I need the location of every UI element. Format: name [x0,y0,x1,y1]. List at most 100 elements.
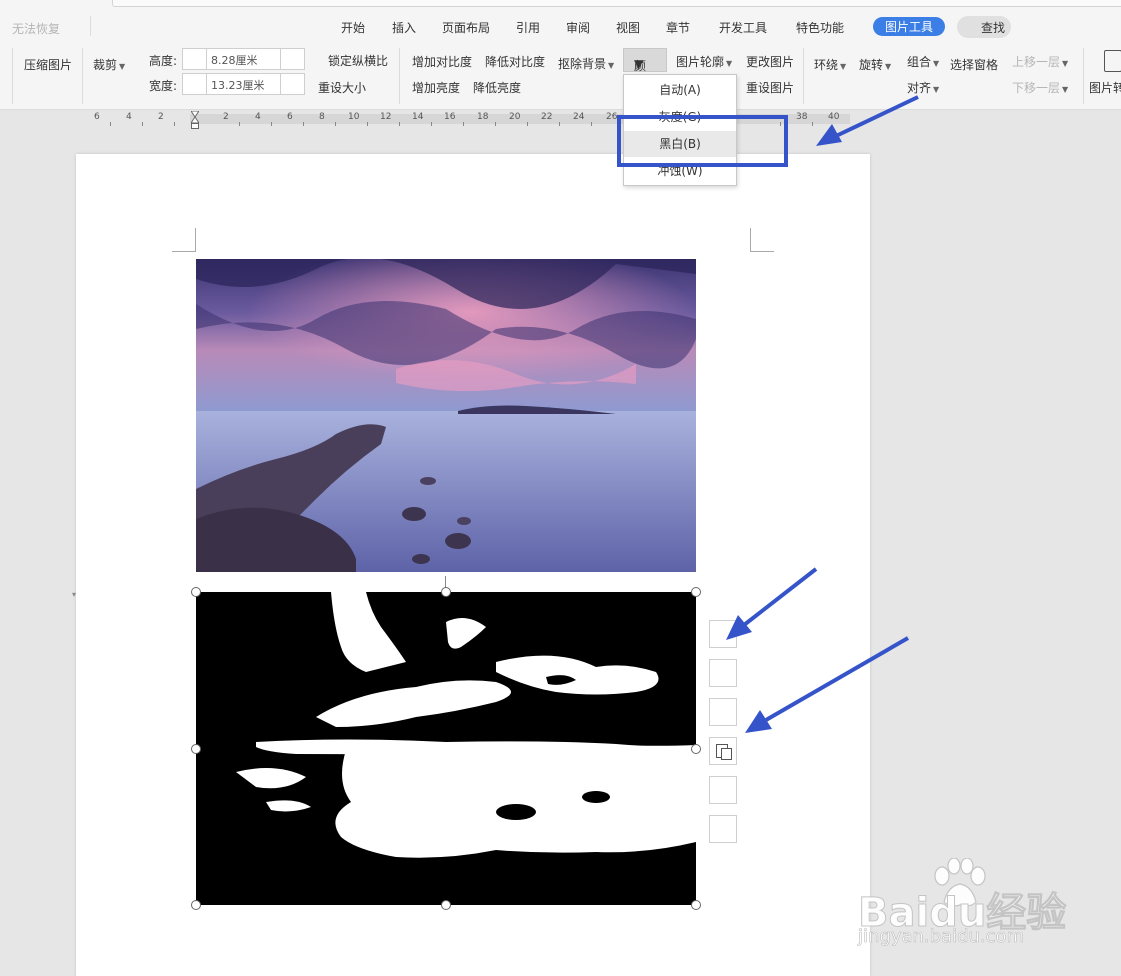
ruler-tick [431,122,432,126]
change-picture-button[interactable]: 更改图片 [746,53,794,70]
wrap-text-button[interactable]: 环绕 ▼ [814,56,846,73]
chevron-down-icon: ▼ [840,62,847,71]
align-button[interactable]: 对齐 ▼ [907,79,939,96]
seascape-photo[interactable] [196,259,696,572]
ruler-label: 38 [796,112,808,122]
lock-aspect-ratio-checkbox[interactable]: 锁定纵横比 [328,52,388,69]
ruler-label: 10 [348,112,360,122]
rotate-label: 旋转 [859,58,884,72]
ruler-label: 20 [509,112,521,122]
increment-button[interactable] [280,74,304,94]
increment-button[interactable] [280,49,304,69]
ribbon-toolbar: 压缩图片 裁剪 ▼ 高度: 8.28厘米 宽度: 13.23厘米 锁定纵横比 重设… [0,42,1121,110]
height-label: 高度: [149,54,178,68]
resize-handle[interactable] [691,900,701,910]
ruler-tick [527,122,528,126]
quick-tool-button[interactable] [709,620,737,648]
title-strip [112,0,1121,7]
decrement-button[interactable] [183,49,207,69]
chevron-down-icon: ▼ [933,59,940,68]
resize-handle[interactable] [191,744,201,754]
ruler-tick [559,122,560,126]
remove-background-label: 抠除背景 [558,57,607,71]
ruler-label: 8 [319,112,325,122]
divider [399,48,400,104]
tab-home[interactable]: 开始 [341,19,365,36]
quick-tool-button[interactable] [709,815,737,843]
picture-convert-icon[interactable] [709,737,737,765]
chevron-down-icon: ▼ [119,62,126,71]
width-label: 宽度: [149,79,178,93]
watermark-url: jingyan.baidu.com [858,926,1025,948]
color-auto-option[interactable]: 自动(A) [624,77,736,103]
menu-bar: 无法恢复 开始 插入 页面布局 引用 审阅 视图 章节 开发工具 特色功能 图片… [0,0,1121,42]
send-backward-button[interactable]: 下移一层 ▼ [1012,79,1068,96]
reset-size-button[interactable]: 重设大小 [318,79,366,96]
tab-insert[interactable]: 插入 [392,19,416,36]
increase-brightness-button[interactable]: 增加亮度 [412,79,460,96]
chevron-down-icon: ▼ [1062,85,1069,94]
tab-picture-tools[interactable]: 图片工具 [873,17,946,36]
divider [803,48,804,104]
resize-handle[interactable] [691,587,701,597]
annotation-highlight-box [617,115,788,167]
tab-special-features[interactable]: 特色功能 [796,19,844,36]
chevron-down-icon: ▼ [634,57,644,71]
ruler-label: 6 [287,112,293,122]
bring-forward-button[interactable]: 上移一层 ▼ [1012,53,1068,70]
group-button[interactable]: 组合 ▼ [907,53,939,70]
document-page[interactable] [76,154,870,976]
undo-button[interactable]: 无法恢复 [12,20,60,37]
ruler-tick [142,122,143,126]
baidu-jingyan-watermark: Baidu经验 jingyan.baidu.com [857,858,1068,958]
picture-convert-icon[interactable] [1104,50,1121,72]
ruler-label: 14 [412,112,424,122]
ruler-tick [110,122,111,126]
decrement-button[interactable] [183,74,207,94]
quick-tool-button[interactable] [709,698,737,726]
tab-page-layout[interactable]: 页面布局 [442,19,490,36]
chevron-down-icon: ▼ [726,59,733,68]
decrease-contrast-button[interactable]: 降低对比度 [485,53,545,70]
margin-corner-mark [172,228,196,252]
decrease-brightness-button[interactable]: 降低亮度 [473,79,521,96]
ruler-label: 24 [573,112,585,122]
tab-developer[interactable]: 开发工具 [719,19,767,36]
ruler-tick [399,122,400,126]
ruler-tick [303,122,304,126]
tab-review[interactable]: 审阅 [566,19,590,36]
ruler-tick [812,122,813,126]
resize-handle[interactable] [191,587,201,597]
find-button[interactable]: 查找 [957,16,1011,38]
tab-section[interactable]: 章节 [666,19,690,36]
remove-background-button[interactable]: 抠除背景 ▼ [558,55,614,72]
resize-handle[interactable] [441,587,451,597]
tab-view[interactable]: 视图 [616,19,640,36]
crop-label: 裁剪 [93,58,118,72]
reset-picture-button[interactable]: 重设图片 [746,79,794,96]
compress-picture-button[interactable]: 压缩图片 [24,56,72,73]
resize-handle[interactable] [441,900,451,910]
indent-marker[interactable] [191,111,199,129]
quick-tool-button[interactable] [709,776,737,804]
height-field[interactable]: 8.28厘米 [182,48,305,70]
ruler-tick [174,122,175,126]
picture-outline-button[interactable]: 图片轮廓 ▼ [676,53,732,70]
quick-tool-button[interactable] [709,659,737,687]
width-field[interactable]: 13.23厘米 [182,73,305,95]
divider [1083,48,1084,104]
ruler-tick [591,122,592,126]
divider [90,16,91,36]
resize-handle[interactable] [191,900,201,910]
picture-convert-button[interactable]: 图片转 [1089,79,1121,96]
color-button[interactable]: 颜色▼ [623,48,667,90]
ruler-label: 40 [828,112,840,122]
black-and-white-photo[interactable] [196,592,696,905]
crop-button[interactable]: 裁剪 ▼ [93,56,125,73]
resize-handle[interactable] [691,744,701,754]
selection-pane-button[interactable]: 选择窗格 [950,56,998,73]
tab-references[interactable]: 引用 [516,19,540,36]
ruler-label: 4 [255,112,261,122]
rotate-button[interactable]: 旋转 ▼ [859,56,891,73]
increase-contrast-button[interactable]: 增加对比度 [412,53,472,70]
